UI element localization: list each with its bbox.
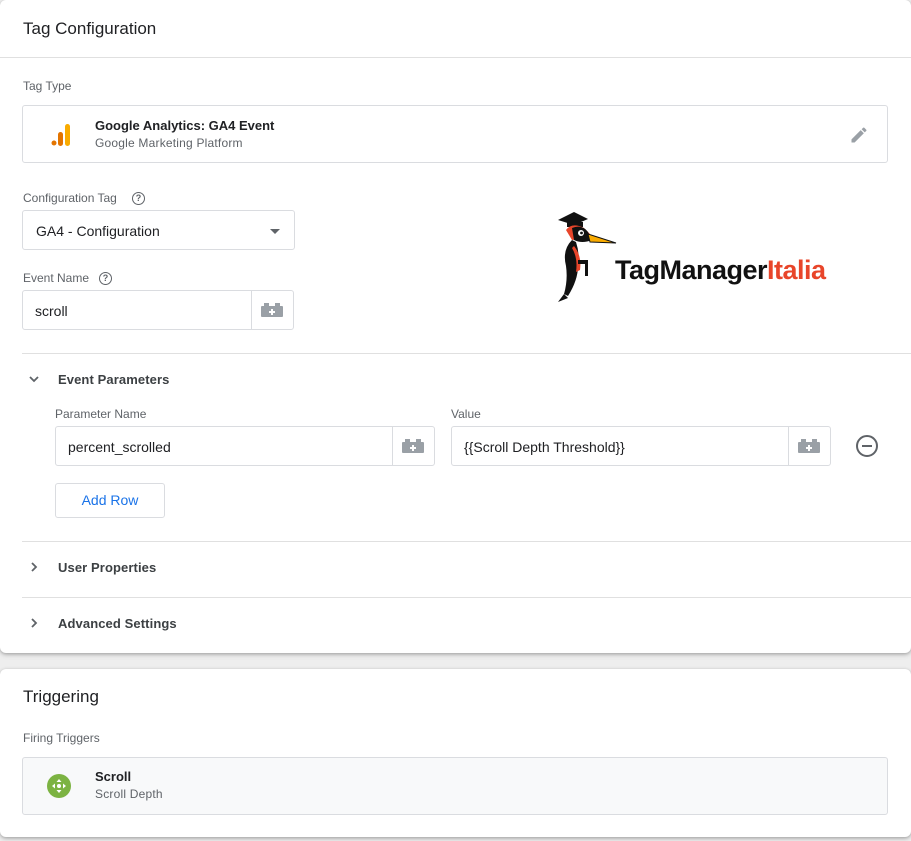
config-tag-select[interactable]: GA4 - Configuration: [22, 210, 295, 250]
analytics-bar-icon: [51, 124, 71, 146]
parameter-value-input[interactable]: {{Scroll Depth Threshold}}: [451, 426, 831, 466]
tag-type-selector[interactable]: Google Analytics: GA4 Event Google Marke…: [22, 105, 888, 163]
event-name-input[interactable]: scroll: [22, 290, 294, 330]
parameter-value: {{Scroll Depth Threshold}}: [464, 439, 625, 455]
chevron-down-icon: [29, 376, 39, 383]
divider: [22, 353, 911, 354]
trigger-name: Scroll: [95, 769, 132, 784]
advanced-settings-header[interactable]: Advanced Settings: [22, 614, 422, 634]
event-name-value: scroll: [35, 303, 68, 319]
firing-triggers-label: Firing Triggers: [23, 731, 100, 745]
help-icon[interactable]: ?: [99, 272, 112, 285]
help-icon[interactable]: ?: [132, 192, 145, 205]
scroll-move-icon: [47, 774, 71, 798]
value-header: Value: [451, 407, 481, 421]
parameter-name-input[interactable]: percent_scrolled: [55, 426, 435, 466]
tag-configuration-card: Tag Configuration Tag Type Google Analyt…: [0, 0, 911, 653]
variable-picker-button[interactable]: [788, 427, 830, 465]
variable-brick-icon: [261, 303, 283, 317]
logo-text-dark: TagManager: [615, 255, 768, 285]
triggering-title: Triggering: [23, 687, 99, 706]
tag-type-platform: Google Marketing Platform: [95, 136, 243, 150]
tag-type-label: Tag Type: [23, 79, 72, 93]
firing-trigger-item[interactable]: Scroll Scroll Depth: [22, 757, 888, 815]
chevron-right-icon: [31, 562, 38, 572]
variable-picker-button[interactable]: [251, 291, 293, 329]
parameter-name-value: percent_scrolled: [68, 439, 171, 455]
tagmanageritalia-logo: TagManagerItalia: [552, 210, 872, 305]
event-parameters-label: Event Parameters: [58, 372, 170, 387]
tag-type-name: Google Analytics: GA4 Event: [95, 118, 275, 133]
variable-brick-icon: [402, 439, 424, 453]
event-parameters-header[interactable]: Event Parameters: [22, 370, 422, 390]
divider: [22, 597, 911, 598]
user-properties-label: User Properties: [58, 560, 157, 575]
config-tag-value: GA4 - Configuration: [36, 223, 160, 239]
config-tag-label: Configuration Tag: [23, 191, 117, 205]
logo-text: TagManagerItalia: [615, 255, 826, 286]
event-name-label: Event Name: [23, 271, 90, 285]
advanced-settings-label: Advanced Settings: [58, 616, 177, 631]
divider: [0, 57, 911, 58]
logo-text-accent: Italia: [767, 255, 826, 285]
chevron-right-icon: [31, 618, 38, 628]
triggering-card: Triggering Firing Triggers Scroll Scroll…: [0, 669, 911, 837]
pencil-icon[interactable]: [849, 125, 869, 145]
variable-picker-button[interactable]: [392, 427, 434, 465]
variable-brick-icon: [798, 439, 820, 453]
add-row-button[interactable]: Add Row: [55, 483, 165, 518]
woodpecker-mascot-icon: [558, 212, 617, 302]
caret-down-icon: [270, 229, 280, 234]
parameter-name-header: Parameter Name: [55, 407, 147, 421]
user-properties-header[interactable]: User Properties: [22, 558, 422, 578]
tag-configuration-title: Tag Configuration: [23, 19, 157, 38]
divider: [22, 541, 911, 542]
remove-row-icon[interactable]: [856, 435, 878, 457]
trigger-type: Scroll Depth: [95, 787, 163, 801]
